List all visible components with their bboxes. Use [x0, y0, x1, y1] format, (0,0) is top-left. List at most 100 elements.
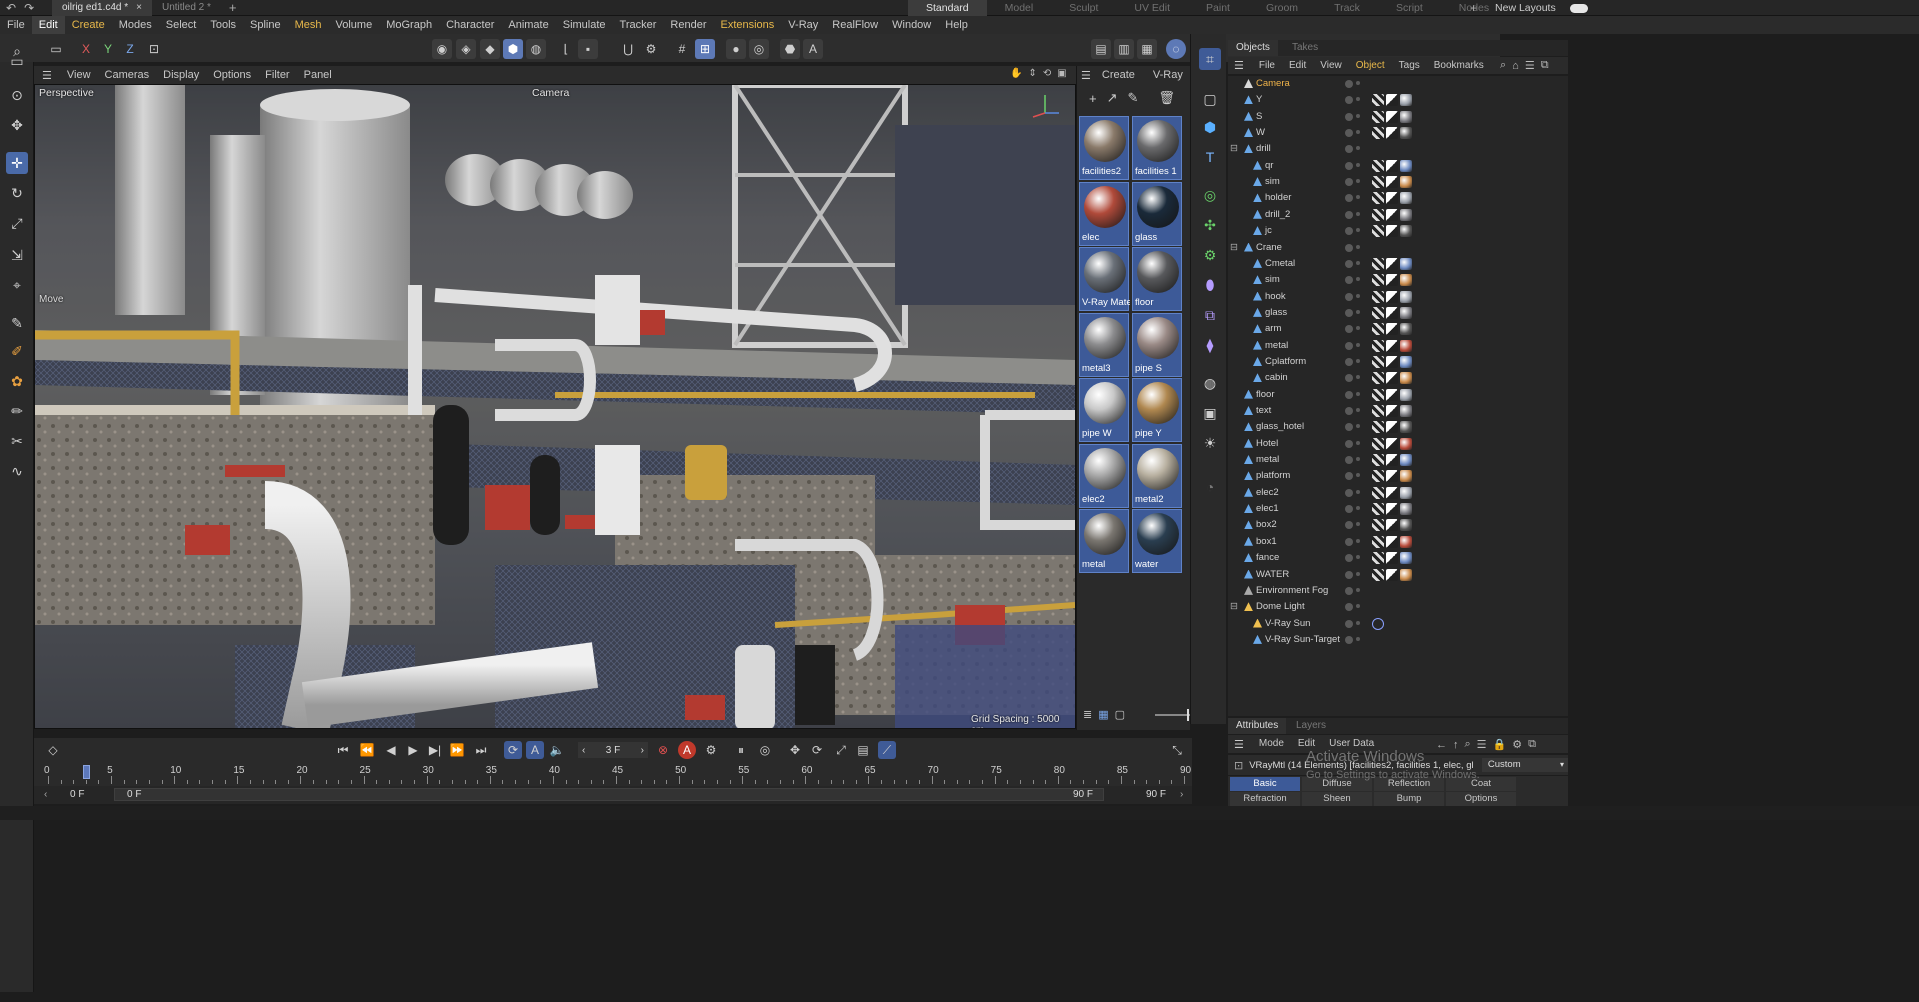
object-row[interactable]: arm	[1228, 321, 1568, 337]
object-name[interactable]: fance	[1256, 550, 1279, 566]
visibility-editor-dot[interactable]	[1345, 390, 1353, 399]
motion-clip-icon[interactable]: ⏸	[732, 741, 750, 759]
object-name[interactable]: Crane	[1256, 240, 1282, 256]
large-view-icon[interactable]: ▢	[1115, 708, 1125, 721]
viewport-camera-label[interactable]: Camera	[532, 87, 569, 99]
object-name[interactable]: W	[1256, 125, 1265, 141]
visibility-editor-dot[interactable]	[1345, 161, 1353, 170]
visibility-editor-dot[interactable]	[1345, 96, 1353, 105]
phong-tag-icon[interactable]	[1372, 159, 1384, 172]
object-row[interactable]: Environment Fog	[1228, 583, 1568, 599]
material-swatch[interactable]: glass	[1132, 181, 1182, 246]
model-mode-icon[interactable]: ▭	[46, 39, 66, 59]
phong-tag-icon[interactable]	[1372, 127, 1384, 140]
visibility-render-dot[interactable]	[1356, 244, 1360, 249]
visibility-editor-dot[interactable]	[1345, 635, 1353, 644]
attr-filter-icon[interactable]: ☰	[1477, 738, 1487, 751]
object-name[interactable]: metal	[1256, 452, 1279, 468]
phong-tag-icon[interactable]	[1372, 274, 1384, 287]
attr-settings-icon[interactable]: ⚙	[1512, 738, 1522, 751]
timeline-ruler[interactable]: 0 5 10 15 20 25 30 35 40 45 50 55 60 65 70 75 80 85 90	[34, 762, 1192, 786]
rotate-tool-icon[interactable]: ↻	[6, 182, 28, 204]
cloner-icon[interactable]: ✣	[1199, 214, 1221, 236]
uv-tag-icon[interactable]	[1386, 176, 1398, 189]
phong-tag-icon[interactable]	[1372, 306, 1384, 319]
object-name[interactable]: Cplatform	[1265, 354, 1306, 370]
object-name[interactable]: Camera	[1256, 76, 1290, 92]
visibility-render-dot[interactable]	[1356, 457, 1360, 462]
visibility-render-dot[interactable]	[1356, 555, 1360, 560]
object-row[interactable]: holder	[1228, 190, 1568, 206]
viewport-menu-display[interactable]: Display	[156, 66, 206, 84]
phong-tag-icon[interactable]	[1372, 176, 1384, 189]
previous-frame-icon[interactable]: ◀	[382, 741, 400, 759]
object-row[interactable]: Hotel	[1228, 436, 1568, 452]
layout-script[interactable]: Script	[1378, 0, 1441, 16]
previous-key-icon[interactable]: ⏪	[358, 741, 376, 759]
object-mode-icon[interactable]: ⬢	[503, 39, 523, 59]
phong-tag-icon[interactable]	[1372, 257, 1384, 270]
menu-window[interactable]: Window	[885, 16, 938, 34]
uv-tag-icon[interactable]	[1386, 127, 1398, 140]
autokey-icon[interactable]: A	[678, 741, 696, 759]
new-window-icon[interactable]: ⧉	[1541, 59, 1549, 72]
object-row[interactable]: fance	[1228, 550, 1568, 566]
material-tag-icon[interactable]	[1400, 110, 1412, 123]
menu-realflow[interactable]: RealFlow	[825, 16, 885, 34]
points-mode-icon[interactable]: ◉	[432, 39, 452, 59]
material-menu-icon[interactable]: ☰	[1081, 69, 1091, 82]
visibility-editor-dot[interactable]	[1345, 243, 1353, 252]
visibility-render-dot[interactable]	[1356, 408, 1360, 412]
visibility-render-dot[interactable]	[1356, 587, 1360, 592]
object-name[interactable]: sim	[1265, 174, 1280, 190]
attr-search-icon[interactable]: ⌕	[1465, 738, 1471, 751]
3d-viewport[interactable]: Perspective Camera Move Grid Spacing : 5…	[34, 84, 1076, 729]
visibility-render-dot[interactable]	[1356, 473, 1360, 478]
material-tag-icon[interactable]	[1400, 535, 1412, 548]
uv-tag-icon[interactable]	[1386, 372, 1398, 385]
phong-tag-icon[interactable]	[1372, 437, 1384, 450]
vray-icon[interactable]: ⬣	[780, 39, 800, 59]
visibility-render-dot[interactable]	[1356, 179, 1360, 184]
object-name[interactable]: jc	[1265, 223, 1272, 239]
expand-icon[interactable]: ⊟	[1230, 141, 1238, 157]
material-tag-icon[interactable]	[1400, 94, 1412, 107]
object-row[interactable]: box1	[1228, 534, 1568, 550]
render-settings-2-icon[interactable]: ▦	[1137, 39, 1157, 59]
visibility-render-dot[interactable]	[1356, 211, 1360, 216]
material-tag-icon[interactable]	[1400, 503, 1412, 516]
visibility-render-dot[interactable]	[1356, 620, 1360, 625]
object-row[interactable]: elec2	[1228, 485, 1568, 501]
attr-tab-sheen[interactable]: Sheen	[1302, 792, 1372, 806]
phong-tag-icon[interactable]	[1372, 405, 1384, 417]
uv-tag-icon[interactable]	[1386, 355, 1398, 368]
material-tag-icon[interactable]	[1400, 552, 1412, 565]
edges-mode-icon[interactable]: ◈	[456, 39, 476, 59]
object-name[interactable]: floor	[1256, 387, 1274, 403]
phong-tag-icon[interactable]	[1372, 568, 1384, 581]
visibility-editor-dot[interactable]	[1345, 80, 1353, 88]
tab-attributes[interactable]: Attributes	[1228, 718, 1287, 734]
object-row[interactable]: hook	[1228, 289, 1568, 305]
object-name[interactable]: drill_2	[1265, 207, 1290, 223]
environment-icon[interactable]: ◍	[1199, 372, 1221, 394]
visibility-editor-dot[interactable]	[1345, 488, 1353, 497]
object-name[interactable]: glass	[1265, 305, 1287, 321]
menu-volume[interactable]: Volume	[329, 16, 380, 34]
delete-material-icon[interactable]: 🗑	[1158, 90, 1175, 106]
material-tag-icon[interactable]	[1400, 306, 1412, 319]
render-region-icon[interactable]: ▤	[1091, 39, 1111, 59]
menu-help[interactable]: Help	[938, 16, 975, 34]
phong-tag-icon[interactable]	[1372, 470, 1384, 483]
material-swatch[interactable]: metal2	[1132, 443, 1182, 508]
object-row[interactable]: S	[1228, 109, 1568, 125]
material-tag-icon[interactable]	[1400, 486, 1412, 499]
visibility-editor-dot[interactable]	[1345, 145, 1353, 154]
uv-tag-icon[interactable]	[1386, 274, 1398, 287]
menu-v-ray[interactable]: V-Ray	[781, 16, 825, 34]
object-name[interactable]: Hotel	[1256, 436, 1278, 452]
material-tag-icon[interactable]	[1400, 290, 1412, 303]
file-tab-untitled[interactable]: Untitled 2 *	[152, 0, 221, 16]
preset-dropdown[interactable]: Custom ▾	[1481, 758, 1568, 772]
visibility-editor-dot[interactable]	[1345, 194, 1353, 203]
